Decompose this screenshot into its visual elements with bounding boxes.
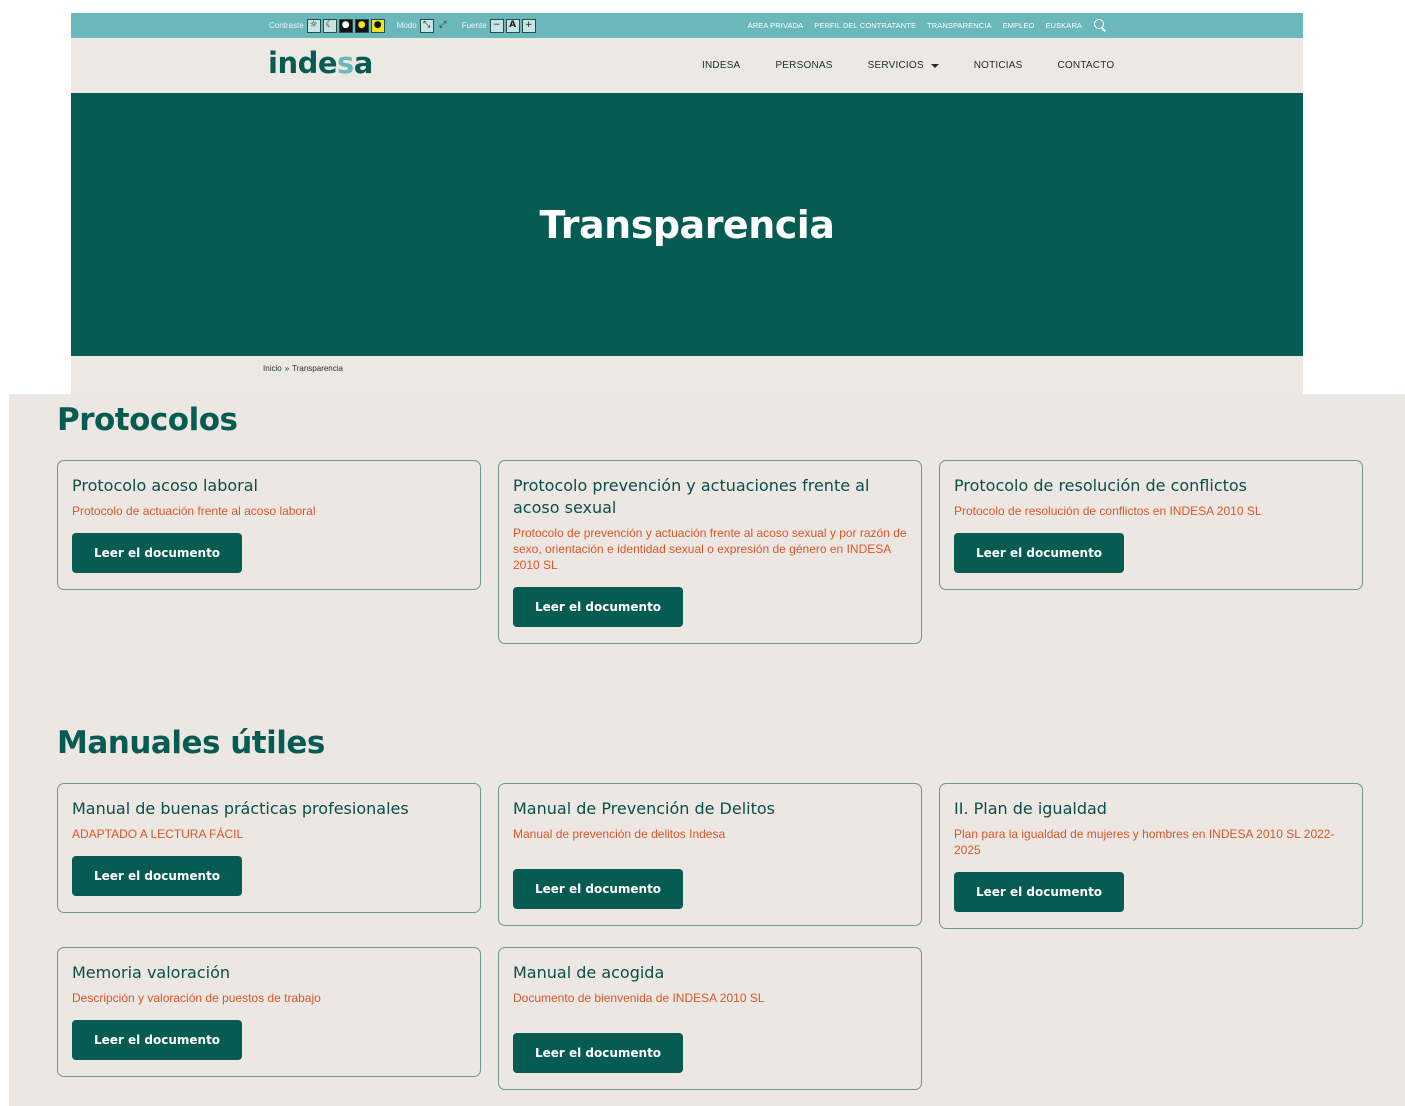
caret-down-icon (930, 63, 939, 68)
card-description: Manual de prevención de delitos Indesa (513, 827, 726, 841)
hero-banner: Transparencia (71, 93, 1303, 356)
contrast-label: Contraste (269, 21, 304, 30)
nav-item-servicios[interactable]: SERVICIOS (868, 60, 939, 71)
card-protocolo-acoso-laboral: Protocolo acoso laboral Protocolo de act… (57, 460, 481, 590)
breadcrumb: Inicio » Transparencia (263, 364, 343, 373)
card-manual-acogida: Manual de acogida Documento de bienvenid… (498, 947, 922, 1090)
read-document-button[interactable]: Leer el documento (954, 533, 1124, 573)
card-title: Manual de buenas prácticas profesionales (72, 799, 409, 818)
read-document-button[interactable]: Leer el documento (513, 587, 683, 627)
font-decrease-button[interactable]: − (489, 18, 504, 33)
link-perfil-contratante[interactable]: PERFIL DEL CONTRATANTE (814, 21, 916, 30)
card-plan-igualdad: II. Plan de igualdad Plan para la iguald… (939, 783, 1363, 929)
read-document-button[interactable]: Leer el documento (954, 872, 1124, 912)
link-area-privada[interactable]: ÁREA PRIVADA (748, 21, 804, 30)
main-nav: INDESA PERSONAS SERVICIOS NOTICIAS CONTA… (702, 38, 1114, 93)
font-label: Fuente (461, 21, 487, 30)
sun-icon[interactable]: ☼ (306, 18, 321, 33)
card-description: Plan para la igualdad de mujeres y hombr… (954, 827, 1335, 857)
section-title-protocolos: Protocolos (57, 402, 238, 438)
link-euskara[interactable]: EUSKARA (1045, 21, 1082, 30)
read-document-button[interactable]: Leer el documento (513, 869, 683, 909)
card-description: Descripción y valoración de puestos de t… (72, 991, 321, 1005)
card-title: Protocolo acoso laboral (72, 476, 258, 495)
indesa-logo[interactable]: indesa (268, 46, 373, 80)
card-description: ADAPTADO A LECTURA FÁCIL (72, 827, 244, 841)
card-manual-prevencion-delitos: Manual de Prevención de Delitos Manual d… (498, 783, 922, 926)
breadcrumb-current: Transparencia (292, 364, 343, 373)
read-document-button[interactable]: Leer el documento (72, 856, 242, 896)
nav-item-contacto[interactable]: CONTACTO (1058, 60, 1115, 71)
card-memoria-valoracion: Memoria valoración Descripción y valorac… (57, 947, 481, 1077)
accessibility-controls: Contraste ☼ ☾ ● ● ● Modo ⤡ ⤢ Fuente − A … (269, 13, 538, 38)
read-document-button[interactable]: Leer el documento (72, 1020, 242, 1060)
page-title: Transparencia (539, 202, 835, 247)
nav-item-personas[interactable]: PERSONAS (775, 60, 832, 71)
card-protocolo-resolucion-conflictos: Protocolo de resolución de conflictos Pr… (939, 460, 1363, 590)
search-icon[interactable] (1093, 19, 1106, 32)
card-description: Protocolo de actuación frente al acoso l… (72, 504, 316, 518)
section-title-manuales: Manuales útiles (57, 725, 325, 761)
nav-item-indesa[interactable]: INDESA (702, 60, 740, 71)
card-protocolo-acoso-sexual: Protocolo prevención y actuaciones frent… (498, 460, 922, 644)
mode-expand-icon[interactable]: ⤢ (436, 19, 450, 33)
content-panel: Protocolos Protocolo acoso laboral Proto… (9, 394, 1405, 1106)
moon-icon[interactable]: ☾ (322, 18, 337, 33)
breadcrumb-separator: » (284, 364, 290, 373)
eye-dark-icon[interactable]: ● (338, 18, 353, 33)
site-header: Contraste ☼ ☾ ● ● ● Modo ⤡ ⤢ Fuente − A … (71, 13, 1303, 394)
main-navbar: indesa INDESA PERSONAS SERVICIOS NOTICIA… (71, 38, 1303, 93)
font-increase-button[interactable]: + (521, 18, 536, 33)
accessibility-topbar: Contraste ☼ ☾ ● ● ● Modo ⤡ ⤢ Fuente − A … (71, 13, 1303, 38)
link-empleo[interactable]: EMPLEO (1003, 21, 1035, 30)
card-description: Protocolo de prevención y actuación fren… (513, 526, 907, 572)
breadcrumb-home[interactable]: Inicio (263, 364, 282, 373)
card-title: II. Plan de igualdad (954, 799, 1107, 818)
read-document-button[interactable]: Leer el documento (72, 533, 242, 573)
card-title: Manual de Prevención de Delitos (513, 799, 775, 818)
eye-yellow-icon[interactable]: ● (370, 18, 385, 33)
breadcrumb-bar: Inicio » Transparencia (71, 356, 1303, 394)
font-reset-button[interactable]: A (505, 18, 520, 33)
card-manual-buenas-practicas: Manual de buenas prácticas profesionales… (57, 783, 481, 913)
read-document-button[interactable]: Leer el documento (513, 1033, 683, 1073)
eye-dark-yellow-icon[interactable]: ● (354, 18, 369, 33)
card-title: Manual de acogida (513, 963, 665, 982)
mode-label: Modo (396, 21, 417, 30)
link-transparencia[interactable]: TRANSPARENCIA (927, 21, 992, 30)
card-description: Protocolo de resolución de conflictos en… (954, 504, 1262, 518)
card-description: Documento de bienvenida de INDESA 2010 S… (513, 991, 765, 1005)
nav-item-noticias[interactable]: NOTICIAS (974, 60, 1023, 71)
top-links: ÁREA PRIVADA PERFIL DEL CONTRATANTE TRAN… (748, 13, 1106, 38)
card-title: Memoria valoración (72, 963, 230, 982)
card-title: Protocolo de resolución de conflictos (954, 476, 1248, 495)
card-title: Protocolo prevención y actuaciones frent… (513, 476, 870, 517)
mode-compress-icon[interactable]: ⤡ (419, 18, 434, 33)
